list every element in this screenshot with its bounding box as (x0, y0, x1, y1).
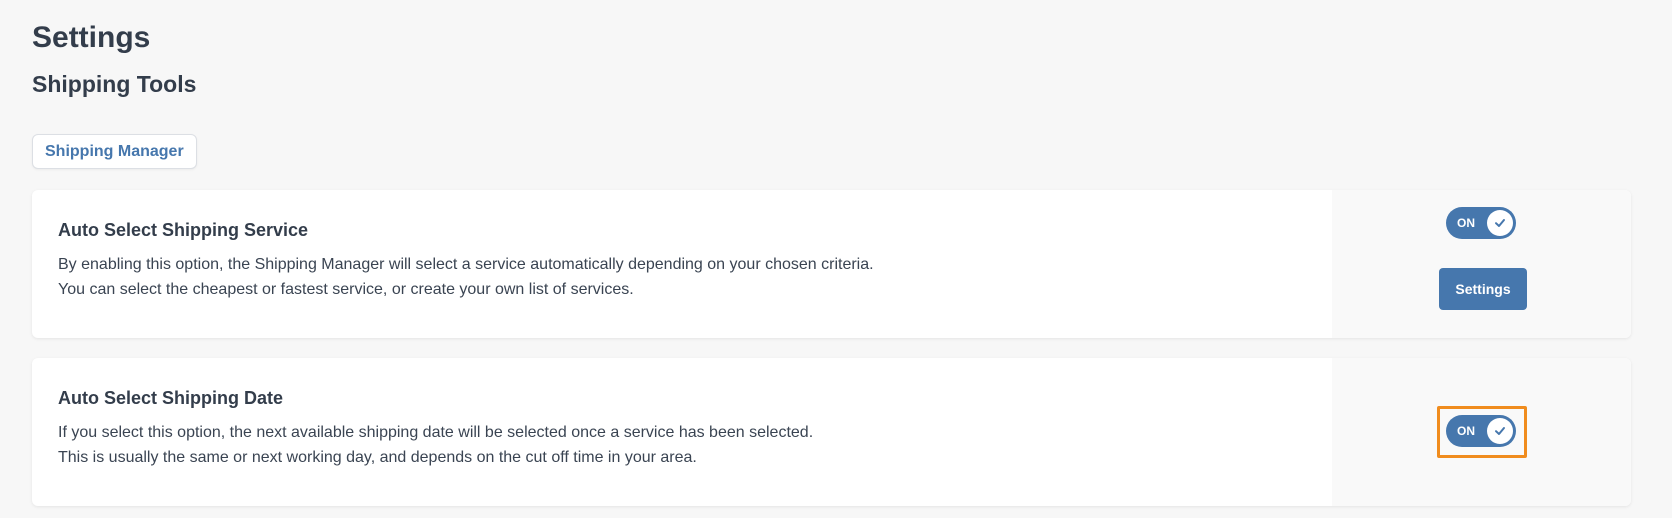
section-title: Shipping Tools (32, 71, 197, 97)
card-title: Auto Select Shipping Service (58, 220, 309, 240)
auto-select-date-toggle[interactable]: ON (1446, 415, 1516, 447)
description-line: By enabling this option, the Shipping Ma… (58, 256, 874, 273)
card-description: If you select this option, the next avai… (58, 420, 1306, 470)
card-body: Auto Select Shipping Service By enabling… (32, 190, 1332, 338)
service-settings-button[interactable]: Settings (1439, 268, 1527, 310)
description-line: If you select this option, the next avai… (58, 424, 814, 441)
description-line: You can select the cheapest or fastest s… (58, 281, 634, 298)
card-description: By enabling this option, the Shipping Ma… (58, 252, 1306, 302)
auto-select-service-card: Auto Select Shipping Service By enabling… (32, 190, 1631, 338)
card-actions: ON Settings (1332, 190, 1631, 338)
card-body: Auto Select Shipping Date If you select … (32, 358, 1332, 506)
page-title: Settings (32, 21, 151, 54)
check-icon (1487, 418, 1513, 444)
card-actions: ON (1332, 358, 1631, 506)
toggle-label: ON (1457, 216, 1475, 230)
description-line: This is usually the same or next working… (58, 449, 697, 466)
auto-select-service-toggle[interactable]: ON (1446, 207, 1516, 239)
card-title: Auto Select Shipping Date (58, 388, 284, 408)
settings-page: Settings Shipping Tools Shipping Manager… (0, 0, 1672, 518)
tab-shipping-manager[interactable]: Shipping Manager (32, 134, 197, 169)
toggle-label: ON (1457, 424, 1475, 438)
auto-select-date-card: Auto Select Shipping Date If you select … (32, 358, 1631, 506)
check-icon (1487, 210, 1513, 236)
